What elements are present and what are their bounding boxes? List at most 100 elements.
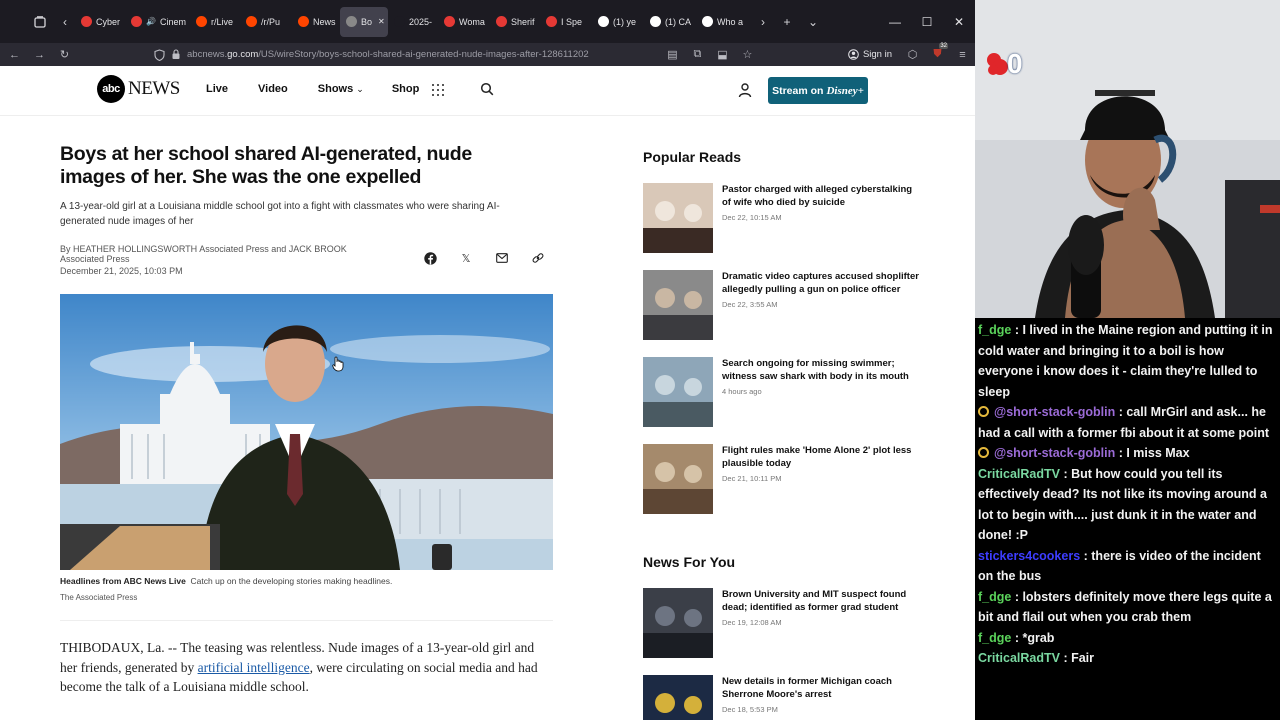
scroll-tabs-left-icon[interactable]: ‹ [55,9,75,35]
minimize-icon[interactable]: — [879,15,911,29]
chat-username[interactable]: @short-stack-goblin [994,446,1115,460]
story-headline[interactable]: Flight rules make 'Home Alone 2' plot le… [722,445,911,469]
chat-username[interactable]: f_dge [978,323,1011,337]
menu-item-live[interactable]: Live [206,83,228,95]
story-card[interactable]: Brown University and MIT suspect found d… [643,588,933,660]
story-thumbnail[interactable] [643,675,713,720]
story-title[interactable]: Brown University and MIT suspect found d… [722,589,922,630]
story-title[interactable]: Flight rules make 'Home Alone 2' plot le… [722,445,922,486]
browser-tab[interactable]: Who a [696,7,748,37]
user-account-icon[interactable] [737,82,753,98]
tab-audio-icon[interactable]: 🔊 [146,17,156,26]
back-arrow-icon[interactable]: ← [2,43,27,66]
screenshot-icon[interactable]: ⧉ [685,43,710,66]
chat-username[interactable]: stickers4cookers [978,549,1080,563]
hero-video-player[interactable] [60,294,553,570]
story-thumbnail[interactable] [643,444,713,514]
browser-tab[interactable]: (1) CA [644,7,696,37]
chat-message: @short-stack-goblin : call MrGirl and as… [978,402,1277,443]
chat-username[interactable]: CriticalRadTV [978,467,1060,481]
browser-tab[interactable]: 2025- [388,7,438,37]
story-card[interactable]: Pastor charged with alleged cyberstalkin… [643,183,933,255]
story-thumbnail[interactable] [643,270,713,340]
sign-in-button[interactable]: Sign in [840,49,900,60]
tab-label: Bo [361,16,373,27]
story-title[interactable]: New details in former Michigan coach She… [722,676,922,717]
chat-username[interactable]: CriticalRadTV [978,651,1060,665]
story-thumbnail[interactable] [643,588,713,658]
story-card[interactable]: Flight rules make 'Home Alone 2' plot le… [643,444,933,516]
story-headline[interactable]: Dramatic video captures accused shoplift… [722,271,919,295]
webcam-feed: 0 [975,0,1280,318]
browser-tab[interactable]: r/Live [190,7,240,37]
copy-link-icon[interactable] [530,250,546,266]
maximize-icon[interactable]: ☐ [911,15,943,29]
story-thumbnail[interactable] [643,357,713,427]
reader-view-icon[interactable]: ▤ [660,43,685,66]
sign-in-label: Sign in [862,49,892,60]
story-headline[interactable]: Brown University and MIT suspect found d… [722,589,906,613]
story-timestamp: 4 hours ago [722,387,762,396]
browser-tab[interactable]: Woma [438,7,490,37]
bookmark-star-icon[interactable]: ☆ [735,43,760,66]
browser-tab[interactable]: 🔊 Cinem [125,7,190,37]
site-header: abc NEWS Live Video Shows ⌄ Shop Stream … [0,66,975,116]
url-domain: go.com [227,49,259,60]
url-text[interactable]: abcnews.go.com/US/wireStory/boys-school-… [187,49,589,60]
artificial-intelligence-link[interactable]: artificial intelligence [198,660,310,675]
chat-username[interactable]: f_dge [978,590,1011,604]
story-headline[interactable]: Search ongoing for missing swimmer; witn… [722,358,909,382]
browser-tab[interactable]: /r/Pu [240,7,292,37]
reload-icon[interactable]: ↻ [52,43,77,66]
app-menu-icon[interactable]: ≡ [950,43,975,66]
tab-favicon-icon [81,16,92,27]
apps-grid-icon[interactable] [432,84,444,96]
story-thumbnail[interactable] [643,183,713,253]
story-title[interactable]: Search ongoing for missing swimmer; witn… [722,358,922,399]
story-title[interactable]: Dramatic video captures accused shoplift… [722,271,922,312]
email-share-icon[interactable] [494,250,510,266]
chat-username[interactable]: @short-stack-goblin [994,405,1115,419]
browser-tab[interactable]: News [292,7,340,37]
lock-icon[interactable] [171,49,181,60]
chat-separator: : [1011,589,1023,604]
search-icon[interactable] [480,82,494,96]
list-all-tabs-chevron-icon[interactable]: ⌄ [800,9,826,35]
extensions-icon[interactable]: ⬡ [900,43,925,66]
share-row: 𝕏 [422,250,546,266]
stream-on-disney-button[interactable]: Stream on Disney+ [768,77,868,104]
ublock-shield-icon: ⛊ [933,48,942,60]
browser-tab[interactable]: I Spe [540,7,592,37]
divider [60,620,553,621]
close-tab-icon[interactable]: ✕ [378,17,385,26]
ublock-extension-icon[interactable]: ⛊ 32 [925,43,950,66]
facebook-share-icon[interactable] [422,250,438,266]
browser-tab[interactable]: Sherif [490,7,540,37]
forward-arrow-icon[interactable]: → [27,43,52,66]
menu-item-shows[interactable]: Shows ⌄ [318,83,364,95]
close-window-icon[interactable]: ✕ [943,15,975,29]
x-share-icon[interactable]: 𝕏 [458,250,474,266]
chat-separator: : [1059,651,1072,665]
shield-icon[interactable] [154,48,165,61]
story-title[interactable]: Pastor charged with alleged cyberstalkin… [722,184,922,225]
story-card[interactable]: New details in former Michigan coach She… [643,675,933,720]
chat-username[interactable]: f_dge [978,631,1011,645]
story-card[interactable]: Search ongoing for missing swimmer; witn… [643,357,933,429]
menu-item-video[interactable]: Video [258,83,288,95]
image-caption: Headlines from ABC News Live Catch up on… [60,576,392,586]
browser-tab[interactable]: Bo ✕ [340,6,388,37]
new-tab-plus-icon[interactable]: + [774,9,800,35]
pocket-icon[interactable]: ⬓ [710,43,735,66]
abc-news-logo[interactable]: abc NEWS [97,75,180,103]
browser-tab[interactable]: Cyber [75,7,125,37]
story-card[interactable]: Dramatic video captures accused shoplift… [643,270,933,342]
browser-tab[interactable]: (1) ye [592,7,644,37]
hand-cursor-icon [332,356,344,372]
story-headline[interactable]: Pastor charged with alleged cyberstalkin… [722,184,912,208]
story-headline[interactable]: New details in former Michigan coach She… [722,676,892,700]
tab-groups-icon[interactable] [25,9,55,35]
tab-label: Cinem [159,16,186,27]
scroll-tabs-right-icon[interactable]: › [752,9,774,35]
menu-item-shop[interactable]: Shop [392,83,420,95]
